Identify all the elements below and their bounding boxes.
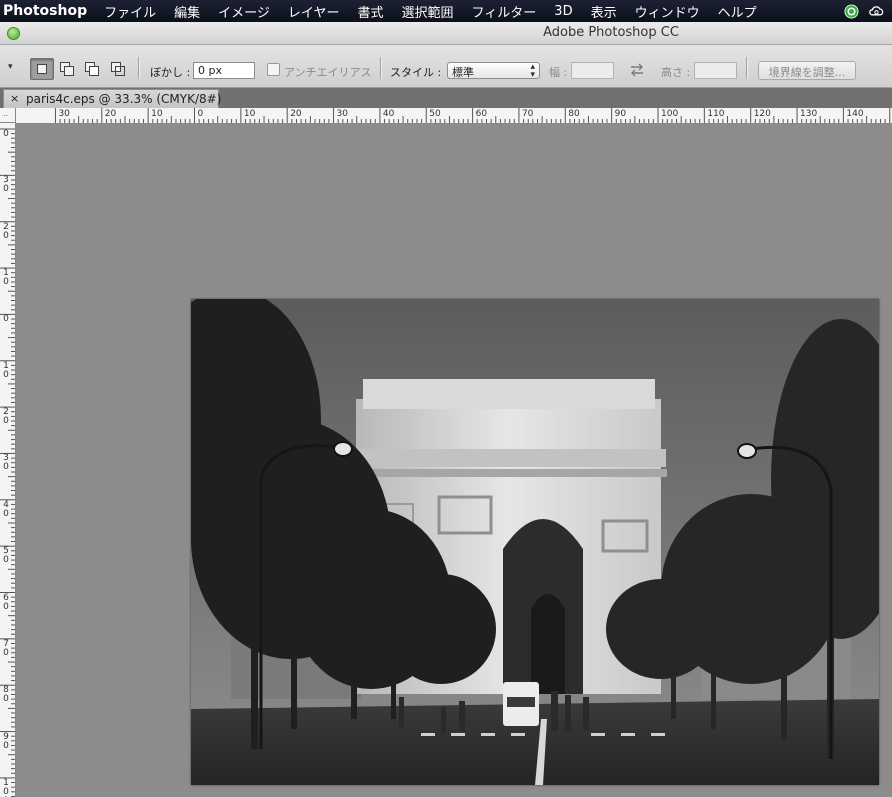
height-label: 高さ :	[661, 66, 691, 79]
ruler-label: 20	[104, 109, 117, 119]
options-bar: ▾ ぼかし : 0 px アンチエイリアス スタイル : 標準 ▴ ▾ 幅 : 高…	[0, 45, 892, 88]
ruler-label: 40	[3, 499, 9, 519]
ruler-label: 70	[521, 109, 534, 119]
ruler-label: 120	[753, 109, 771, 119]
height-input[interactable]	[694, 62, 737, 79]
width-input[interactable]	[571, 62, 614, 79]
menu-view[interactable]: 表示	[582, 2, 626, 21]
document-image[interactable]	[191, 299, 879, 785]
menu-filter[interactable]: フィルター	[463, 2, 546, 21]
menu-3d[interactable]: 3D	[545, 4, 581, 19]
menu-help[interactable]: ヘルプ	[709, 2, 766, 21]
style-label: スタイル :	[390, 66, 442, 79]
ruler-label: 100	[661, 109, 679, 119]
ruler-label: 20	[3, 407, 9, 427]
divider	[380, 57, 382, 79]
ruler-label: 10	[3, 268, 9, 288]
ruler-label: 0	[3, 129, 9, 139]
vertical-ruler[interactable]: 03020100102030405060708090100	[0, 123, 16, 797]
refine-edge-button[interactable]: 境界線を調整...	[758, 61, 856, 80]
menu-type[interactable]: 書式	[349, 2, 393, 21]
ruler-label: 100	[3, 777, 9, 797]
ruler-label: 20	[290, 109, 302, 119]
ruler-label: 30	[336, 109, 348, 119]
ruler-origin-label: ..	[3, 109, 9, 118]
ruler-label: 110	[707, 109, 725, 119]
menu-window[interactable]: ウィンドウ	[626, 2, 709, 21]
ruler-label: 10	[151, 109, 163, 119]
ruler-label: 60	[475, 109, 488, 119]
style-select-value: 標準	[452, 66, 474, 79]
subtract-selection-icon-b	[89, 66, 99, 76]
ruler-label: 80	[568, 109, 580, 119]
ruler-origin[interactable]: ..	[0, 108, 16, 123]
subtract-from-selection-button[interactable]	[80, 58, 104, 80]
app-menu[interactable]: Photoshop	[0, 3, 95, 19]
select-arrows-icon: ▴ ▾	[530, 62, 535, 80]
ruler-label: 0	[3, 314, 9, 325]
title-bar: Adobe Photoshop CC	[0, 22, 892, 45]
ruler-label: 140	[846, 109, 864, 119]
green-sync-icon[interactable]	[844, 3, 859, 19]
ruler-label: 50	[3, 546, 9, 566]
intersect-selection-button[interactable]	[106, 58, 130, 80]
status-area	[844, 0, 892, 22]
ruler-label: 30	[58, 109, 70, 119]
close-tab-icon[interactable]: ×	[10, 92, 19, 105]
document-tab[interactable]: × paris4c.eps @ 33.3% (CMYK/8#)	[3, 89, 222, 108]
tool-preset-dropdown-icon[interactable]: ▾	[8, 62, 13, 72]
width-label: 幅 :	[549, 66, 568, 79]
ruler-label: 30	[3, 175, 9, 195]
ruler-label: 60	[3, 592, 9, 612]
menu-edit[interactable]: 編集	[165, 2, 209, 21]
antialias-checkbox[interactable]	[267, 63, 280, 76]
menu-bar: Photoshop ファイル 編集 イメージ レイヤー 書式 選択範囲 フィルタ…	[0, 0, 892, 22]
menu-file[interactable]: ファイル	[95, 2, 165, 21]
ruler-label: 10	[243, 109, 256, 119]
ruler-label: 20	[3, 221, 9, 241]
ruler-label: 50	[429, 109, 441, 119]
arc-de-triomphe-photo	[191, 299, 879, 785]
menu-select[interactable]: 選択範囲	[393, 2, 463, 21]
add-to-selection-button[interactable]	[55, 58, 79, 80]
ruler-label: 30	[3, 453, 9, 473]
ruler-label: 90	[614, 109, 627, 119]
ruler-label: 70	[3, 638, 9, 658]
document-tab-bar: × paris4c.eps @ 33.3% (CMYK/8#)	[0, 88, 892, 109]
new-selection-icon	[37, 64, 47, 74]
horizontal-ruler[interactable]: 30 20 10 0 10 20 30 40 50 60 70 80 90 100 110 120 130 140…	[16, 108, 892, 124]
document-tab-title: paris4c.eps @ 33.3% (CMYK/8#)	[26, 92, 222, 106]
swap-arrows-icon[interactable]	[628, 62, 646, 78]
divider	[746, 57, 748, 79]
divider	[138, 57, 140, 79]
add-selection-icon-b	[64, 66, 74, 76]
style-select[interactable]: 標準 ▴ ▾	[447, 62, 540, 80]
ruler-label: 10	[3, 360, 9, 380]
menu-layer[interactable]: レイヤー	[279, 2, 349, 21]
antialias-label: アンチエイリアス	[284, 66, 372, 79]
intersect-selection-icon-b	[115, 66, 125, 76]
menu-image[interactable]: イメージ	[209, 2, 279, 21]
ruler-label: 130	[800, 109, 818, 119]
new-selection-button[interactable]	[30, 58, 54, 80]
ruler-label: 40	[382, 109, 395, 119]
ruler-label: 90	[3, 731, 9, 751]
window-title: Adobe Photoshop CC	[543, 25, 679, 40]
creative-cloud-icon[interactable]	[869, 4, 884, 19]
ruler-label: 80	[3, 685, 9, 705]
feather-label: ぼかし :	[150, 66, 191, 79]
feather-input[interactable]: 0 px	[193, 62, 255, 79]
ruler-label: 0	[197, 109, 204, 119]
